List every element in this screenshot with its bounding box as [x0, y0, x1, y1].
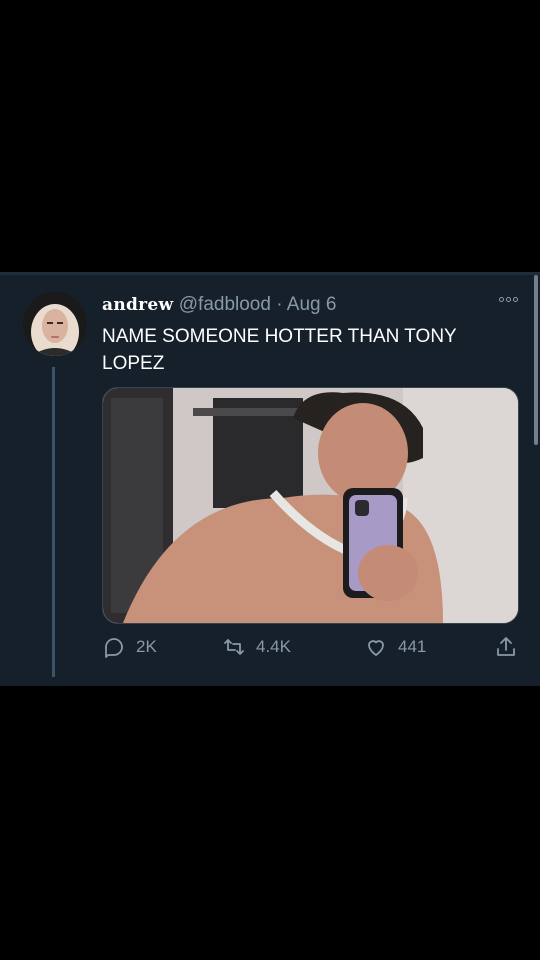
tweet-text: NAME SOMEONE HOTTER THAN TONY LOPEZ: [102, 326, 457, 374]
share-button[interactable]: [494, 635, 518, 659]
thread-line: [52, 367, 55, 677]
user-handle[interactable]: @fadblood: [179, 294, 271, 315]
retweet-icon: [224, 639, 244, 655]
separator-dot: ·: [276, 294, 283, 315]
reply-icon: [105, 638, 123, 658]
more-dots-icon[interactable]: [499, 297, 518, 302]
avatar[interactable]: [23, 292, 87, 356]
tweet-header: andrew @fadblood · Aug 6: [102, 294, 336, 316]
reply-button[interactable]: 2K: [102, 635, 157, 659]
photo-image: [103, 388, 518, 623]
heart-icon: [368, 640, 384, 656]
tweet-card[interactable]: andrew @fadblood · Aug 6 NAME SOMEONE HO…: [0, 272, 540, 686]
reply-count: 2K: [136, 637, 157, 656]
scrollbar[interactable]: [534, 275, 538, 445]
tweet-photo[interactable]: [102, 387, 519, 624]
tweet-actions: 2K 4.4K 441: [102, 635, 522, 663]
like-count: 441: [398, 637, 427, 656]
avatar-image: [23, 292, 87, 356]
retweet-count: 4.4K: [256, 637, 291, 656]
like-button[interactable]: 441: [364, 635, 426, 659]
display-name[interactable]: andrew: [102, 295, 173, 315]
retweet-button[interactable]: 4.4K: [222, 635, 291, 659]
share-icon: [497, 637, 515, 656]
tweet-date[interactable]: Aug 6: [287, 294, 337, 315]
